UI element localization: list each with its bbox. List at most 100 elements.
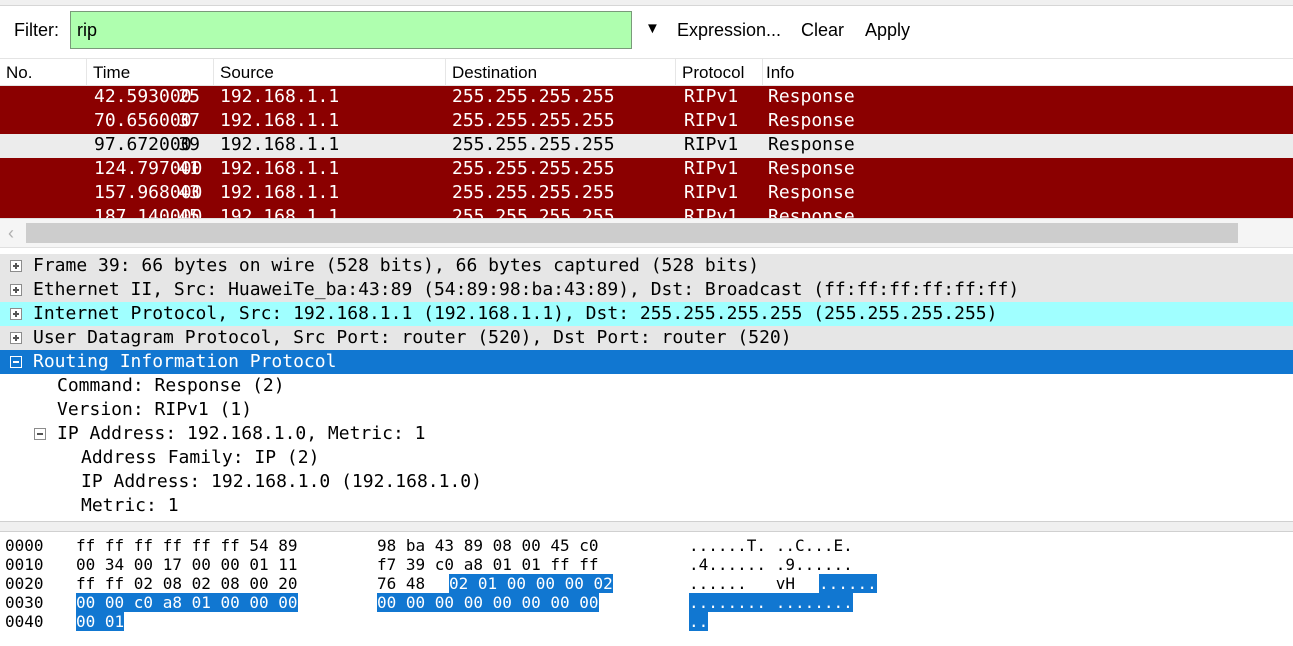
packet-protocol: RIPv1 — [684, 182, 739, 203]
packet-destination: 255.255.255.255 — [452, 182, 615, 203]
filter-label: Filter: — [14, 20, 59, 40]
ascii-bytes[interactable]: ......T. ..C...E. — [689, 536, 853, 555]
packet-row[interactable]: 43 157.968000 192.168.1.1 255.255.255.25… — [0, 182, 1293, 206]
hex-bytes[interactable]: ff ff 02 08 02 08 00 20 — [76, 574, 298, 593]
packet-list-scrollbar[interactable]: ‹ — [0, 218, 1293, 248]
packet-source: 192.168.1.1 — [220, 182, 340, 203]
packet-source: 192.168.1.1 — [220, 206, 340, 218]
byte-offset: 0020 — [5, 574, 44, 593]
hex-bytes-highlighted[interactable]: 00 00 c0 a8 01 00 00 00 — [76, 593, 298, 612]
packet-time: 124.797000 — [94, 158, 203, 179]
scrollbar-thumb[interactable] — [26, 223, 1238, 243]
packet-source: 192.168.1.1 — [220, 158, 340, 179]
packet-source: 192.168.1.1 — [220, 134, 340, 155]
packet-protocol: RIPv1 — [684, 110, 739, 131]
column-separator — [213, 59, 214, 87]
packet-details-tree: Frame 39: 66 bytes on wire (528 bits), 6… — [0, 252, 1293, 520]
detail-row[interactable]: User Datagram Protocol, Src Port: router… — [0, 326, 1293, 350]
clear-button[interactable]: Clear — [801, 20, 844, 41]
packet-destination: 255.255.255.255 — [452, 86, 615, 107]
collapse-icon[interactable] — [34, 428, 46, 440]
hex-bytes[interactable]: 00 34 00 17 00 00 01 11 — [76, 555, 298, 574]
detail-text: IP Address: 192.168.1.0 (192.168.1.0) — [81, 471, 482, 492]
detail-text: Command: Response (2) — [57, 375, 285, 396]
packet-info: Response — [768, 182, 855, 203]
packet-destination: 255.255.255.255 — [452, 158, 615, 179]
column-header-source[interactable]: Source — [220, 63, 274, 83]
byte-offset: 0010 — [5, 555, 44, 574]
packet-time: 157.968000 — [94, 182, 203, 203]
ascii-bytes[interactable]: .4...... .9...... — [689, 555, 853, 574]
packet-protocol: RIPv1 — [684, 134, 739, 155]
detail-row[interactable]: Address Family: IP (2) — [0, 446, 1293, 470]
packet-info: Response — [768, 110, 855, 131]
column-separator — [675, 59, 676, 87]
packet-row[interactable]: 41 124.797000 192.168.1.1 255.255.255.25… — [0, 158, 1293, 182]
packet-destination: 255.255.255.255 — [452, 110, 615, 131]
packet-info: Response — [768, 86, 855, 107]
packet-bytes-pane: 0000 ff ff ff ff ff ff 54 89 98 ba 43 89… — [0, 533, 1293, 646]
column-header-info[interactable]: Info — [766, 63, 794, 83]
hex-bytes-highlighted[interactable]: 00 00 00 00 00 00 00 00 — [377, 593, 599, 612]
hex-bytes[interactable]: ff ff ff ff ff ff 54 89 — [76, 536, 298, 555]
packet-list: 25 42.593000 192.168.1.1 255.255.255.255… — [0, 86, 1293, 218]
hex-bytes[interactable]: 76 48 — [377, 574, 425, 593]
hex-bytes-highlighted[interactable]: 02 01 00 00 00 02 — [449, 574, 613, 593]
detail-text: IP Address: 192.168.1.0, Metric: 1 — [57, 423, 426, 444]
packet-row[interactable]: 39 97.672000 192.168.1.1 255.255.255.255… — [0, 134, 1293, 158]
column-header-no[interactable]: No. — [6, 63, 32, 83]
column-separator — [445, 59, 446, 87]
packet-list-header: No. Time Source Destination Protocol Inf… — [0, 58, 1293, 87]
byte-offset: 0030 — [5, 593, 44, 612]
hex-bytes[interactable]: f7 39 c0 a8 01 01 ff ff — [377, 555, 599, 574]
ascii-bytes[interactable]: ...... vH — [689, 574, 795, 593]
packet-destination: 255.255.255.255 — [452, 134, 615, 155]
detail-row[interactable]: IP Address: 192.168.1.0 (192.168.1.0) — [0, 470, 1293, 494]
detail-row[interactable]: Internet Protocol, Src: 192.168.1.1 (192… — [0, 302, 1293, 326]
detail-row[interactable]: Version: RIPv1 (1) — [0, 398, 1293, 422]
packet-source: 192.168.1.1 — [220, 86, 340, 107]
expand-icon[interactable] — [10, 308, 22, 320]
column-separator — [86, 59, 87, 87]
ascii-bytes-highlighted[interactable]: ...... — [819, 574, 877, 593]
packet-time: 70.656000 — [94, 110, 192, 131]
packet-source: 192.168.1.1 — [220, 110, 340, 131]
packet-row[interactable]: 37 70.656000 192.168.1.1 255.255.255.255… — [0, 110, 1293, 134]
expand-icon[interactable] — [10, 260, 22, 272]
filter-input[interactable]: rip — [70, 11, 632, 49]
column-header-time[interactable]: Time — [93, 63, 130, 83]
detail-text: Ethernet II, Src: HuaweiTe_ba:43:89 (54:… — [33, 279, 1020, 300]
packet-row[interactable]: 25 42.593000 192.168.1.1 255.255.255.255… — [0, 86, 1293, 110]
detail-row[interactable]: Frame 39: 66 bytes on wire (528 bits), 6… — [0, 254, 1293, 278]
detail-row[interactable]: Command: Response (2) — [0, 374, 1293, 398]
chevron-down-icon[interactable]: ▼ — [645, 20, 660, 37]
detail-row[interactable]: IP Address: 192.168.1.0, Metric: 1 — [0, 422, 1293, 446]
collapse-icon[interactable] — [10, 356, 22, 368]
detail-row[interactable]: Routing Information Protocol — [0, 350, 1293, 374]
packet-info: Response — [768, 134, 855, 155]
detail-text: User Datagram Protocol, Src Port: router… — [33, 327, 792, 348]
detail-text: Version: RIPv1 (1) — [57, 399, 253, 420]
packet-time: 187.140000 — [94, 206, 203, 218]
byte-offset: 0000 — [5, 536, 44, 555]
column-header-protocol[interactable]: Protocol — [682, 63, 744, 83]
ascii-bytes-highlighted[interactable]: .. — [689, 612, 709, 631]
packet-protocol: RIPv1 — [684, 206, 739, 218]
detail-text: Internet Protocol, Src: 192.168.1.1 (192… — [33, 303, 998, 324]
hex-bytes[interactable]: 98 ba 43 89 08 00 45 c0 — [377, 536, 599, 555]
expand-icon[interactable] — [10, 284, 22, 296]
apply-button[interactable]: Apply — [865, 20, 910, 41]
packet-row[interactable]: 45 187.140000 192.168.1.1 255.255.255.25… — [0, 206, 1293, 218]
hex-bytes-highlighted[interactable]: 00 01 — [76, 612, 125, 631]
ascii-bytes-highlighted[interactable]: ........ ........ — [689, 593, 853, 612]
expand-icon[interactable] — [10, 332, 22, 344]
detail-row[interactable]: Metric: 1 — [0, 494, 1293, 518]
detail-row[interactable]: Ethernet II, Src: HuaweiTe_ba:43:89 (54:… — [0, 278, 1293, 302]
expression-button[interactable]: Expression... — [677, 20, 781, 41]
packet-protocol: RIPv1 — [684, 86, 739, 107]
filter-toolbar: Filter: rip ▼ Expression... Clear Apply — [0, 6, 1293, 54]
pane-splitter[interactable] — [0, 521, 1293, 532]
column-header-destination[interactable]: Destination — [452, 63, 537, 83]
scroll-left-icon[interactable]: ‹ — [8, 223, 14, 244]
byte-offset: 0040 — [5, 612, 44, 631]
